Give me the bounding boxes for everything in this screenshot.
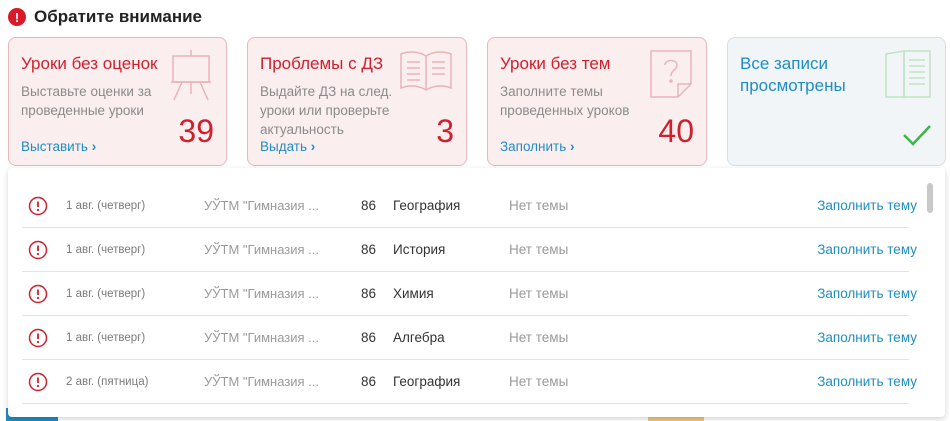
- table-row: 1 авг. (четверг) УЎТМ "Гимназия ... 86 И…: [22, 228, 917, 272]
- fill-topics-link[interactable]: Заполнить ›: [500, 139, 575, 154]
- fill-topic-link[interactable]: Заполнить тему: [817, 272, 917, 316]
- warning-icon: [28, 196, 48, 216]
- check-icon: [903, 125, 931, 146]
- alert-icon: !: [8, 8, 26, 26]
- card-title: Уроки без оценок: [21, 54, 158, 73]
- fill-topic-link[interactable]: Заполнить тему: [817, 184, 917, 228]
- warning-icon: [28, 240, 48, 260]
- section-title: Обратите внимание: [34, 7, 202, 26]
- topic-status: Нет темы: [509, 198, 569, 213]
- card-all-viewed: Все записи просмотрены: [727, 37, 946, 166]
- card-description: Выдайте ДЗ на след. уроки или проверьте …: [260, 84, 393, 137]
- fill-topic-link[interactable]: Заполнить тему: [817, 360, 917, 404]
- subject: География: [393, 374, 461, 389]
- topic-status: Нет темы: [509, 330, 569, 345]
- warning-icon: [28, 328, 48, 348]
- attention-header: ! Обратите внимание: [8, 6, 202, 28]
- lessons-without-topics-list: 1 авг. (четверг) УЎТМ "Гимназия ... 86 Г…: [8, 168, 945, 417]
- class-number: 86: [361, 286, 377, 301]
- card-description: Заполните темы проведенных уроков: [500, 84, 630, 118]
- subject: История: [393, 242, 446, 257]
- fill-topic-link[interactable]: Заполнить тему: [817, 228, 917, 272]
- lesson-date: 1 авг. (четверг): [66, 244, 146, 256]
- card-count: 3: [436, 113, 454, 149]
- lesson-date: 1 авг. (четверг): [66, 332, 146, 344]
- topic-status: Нет темы: [509, 286, 569, 301]
- lesson-date: 2 авг. (пятница): [66, 376, 149, 388]
- card-count: 39: [178, 113, 214, 149]
- issue-homework-link[interactable]: Выдать ›: [260, 139, 315, 154]
- subject: Химия: [393, 286, 434, 301]
- card-homework-problems[interactable]: Проблемы с ДЗ Выдайте ДЗ на след. уроки …: [247, 37, 467, 166]
- easel-icon: [171, 50, 211, 101]
- topic-status: Нет темы: [509, 374, 569, 389]
- table-row: 1 авг. (четверг) УЎТМ "Гимназия ... 86 А…: [22, 316, 917, 360]
- table-row: 1 авг. (четверг) УЎТМ "Гимназия ... 86 Х…: [22, 272, 917, 316]
- subject: Алгебра: [393, 330, 445, 345]
- card-lessons-without-topics[interactable]: Уроки без тем Заполните темы проведенных…: [487, 37, 707, 166]
- card-description: Выставьте оценки за проведенные уроки: [21, 84, 152, 118]
- school-name: УЎТМ "Гимназия ...: [204, 198, 319, 213]
- topic-status: Нет темы: [509, 242, 569, 257]
- question-sheet-icon: [650, 50, 692, 98]
- card-count: 40: [658, 113, 694, 149]
- school-name: УЎТМ "Гимназия ...: [204, 242, 319, 257]
- lesson-date: 1 авг. (четверг): [66, 288, 146, 300]
- class-number: 86: [361, 242, 377, 257]
- journal-icon: [885, 50, 931, 98]
- card-lessons-without-grades[interactable]: Уроки без оценок Выставьте оценки за про…: [8, 37, 227, 166]
- card-title: Все записи просмотрены: [740, 54, 846, 95]
- open-book-icon: [400, 51, 452, 91]
- lesson-date: 1 авг. (четверг): [66, 200, 146, 212]
- scrollbar-thumb[interactable]: [927, 183, 933, 213]
- class-number: 86: [361, 374, 377, 389]
- table-row: 1 авг. (четверг) УЎТМ "Гимназия ... 86 Г…: [22, 184, 917, 228]
- school-name: УЎТМ "Гимназия ...: [204, 286, 319, 301]
- table-row: 2 авг. (пятница) УЎТМ "Гимназия ... 86 Г…: [22, 360, 917, 404]
- card-title: Проблемы с ДЗ: [260, 54, 384, 73]
- card-title: Уроки без тем: [500, 54, 611, 73]
- warning-icon: [28, 284, 48, 304]
- set-grades-link[interactable]: Выставить ›: [21, 139, 96, 154]
- school-name: УЎТМ "Гимназия ...: [204, 330, 319, 345]
- subject: География: [393, 198, 461, 213]
- warning-icon: [28, 372, 48, 392]
- fill-topic-link[interactable]: Заполнить тему: [817, 316, 917, 360]
- school-name: УЎТМ "Гимназия ...: [204, 374, 319, 389]
- class-number: 86: [361, 198, 377, 213]
- class-number: 86: [361, 330, 377, 345]
